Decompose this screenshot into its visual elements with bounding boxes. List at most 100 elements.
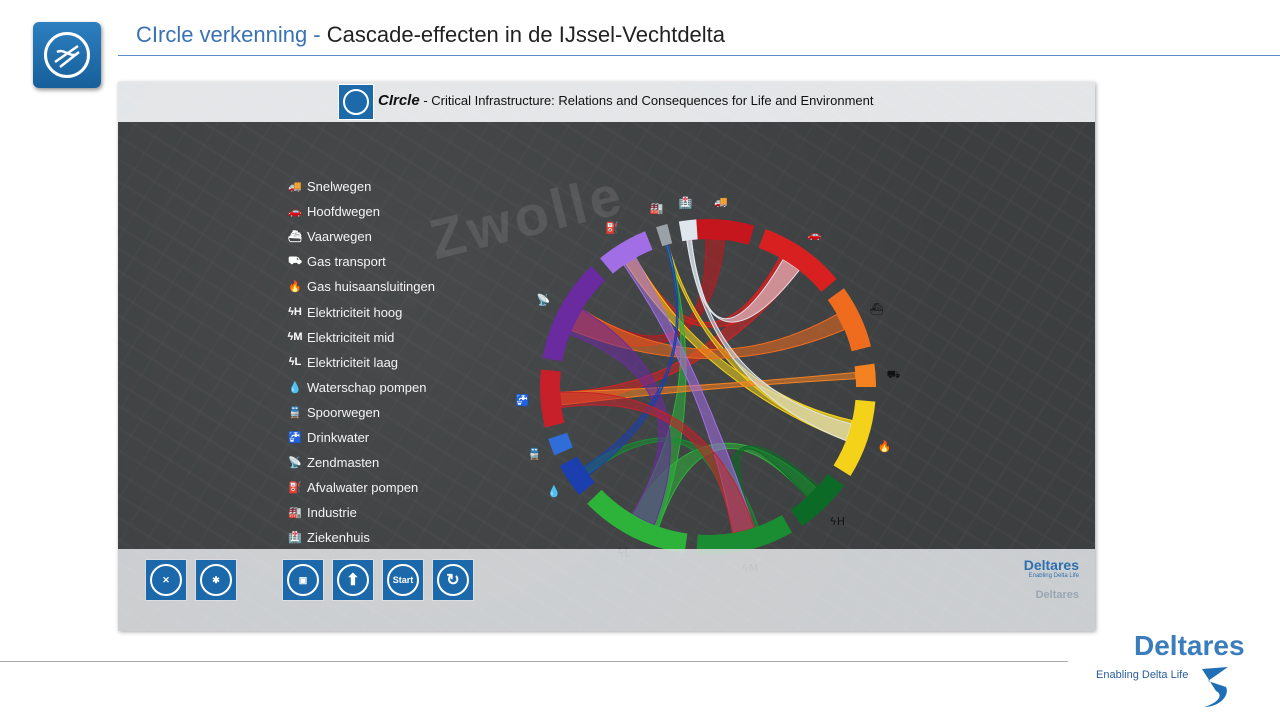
app-brand: CIrcle — [378, 92, 420, 109]
power-high-icon: ϟH — [288, 306, 302, 319]
legend-label: Zendmasten — [307, 455, 380, 471]
truck-icon: 🚚 — [714, 195, 728, 208]
chord-arc-segment[interactable] — [854, 363, 876, 387]
chord-arc-segment[interactable] — [548, 432, 573, 456]
legend-label: Vaarwegen — [307, 229, 372, 245]
factory-icon: 🏭 — [288, 507, 302, 520]
slide-title: CIrcle verkenning - Cascade-effecten in … — [136, 22, 725, 48]
save-icon: ▣ — [287, 564, 319, 596]
legend-item: 🏥 Ziekenhuis — [286, 525, 435, 550]
map-off-icon: ✕ — [150, 564, 182, 596]
app-header: CIrcle - Critical Infrastructure: Relati… — [118, 82, 1095, 122]
legend-item: 💧 Waterschap pompen — [286, 375, 435, 400]
legend-item: ⛟ Gas transport — [286, 249, 435, 274]
pump-icon: ⛽ — [288, 482, 302, 495]
asterisk-icon: ✱ — [200, 564, 232, 596]
upload-button[interactable]: ⬆ — [332, 559, 374, 601]
pump-icon: ⛽ — [605, 222, 619, 235]
car-icon: 🚗 — [288, 206, 302, 219]
deltares-toolbar-name: Deltares — [1023, 557, 1079, 573]
faucet-icon: 🚰 — [288, 431, 302, 444]
deltares-ghost-label: Deltares — [1035, 589, 1079, 601]
legend-label: Elektriciteit laag — [307, 354, 399, 370]
gas-truck-icon: ⛟ — [887, 368, 901, 381]
hospital-icon: 🏥 — [288, 532, 302, 545]
footer-divider — [0, 661, 1068, 662]
legend-item: 🔥 Gas huisaansluitingen — [286, 274, 435, 299]
chord-diagram[interactable]: 🚚🚗⛴⛟🔥ϟHϟMϟL💧🚆🚰📡⛽🏭🏥 — [498, 182, 918, 582]
chord-arc-segment[interactable] — [559, 456, 595, 495]
hospital-icon: 🏥 — [678, 196, 692, 209]
train-icon: 🚆 — [528, 448, 542, 461]
train-icon: 🚆 — [288, 406, 302, 419]
legend-item: 🏭 Industrie — [286, 500, 435, 525]
legend-item: 🚚 Snelwegen — [286, 174, 435, 199]
legend-item: 🚗 Hoofdwegen — [286, 199, 435, 224]
circle-view-button[interactable]: ✱ — [195, 559, 237, 601]
flame-icon: 🔥 — [288, 281, 302, 294]
slide: CIrcle verkenning - Cascade-effecten in … — [0, 0, 1280, 720]
map-toggle-button[interactable]: ✕ — [145, 559, 187, 601]
legend-item: ⛽ Afvalwater pompen — [286, 475, 435, 500]
ship-icon: ⛴ — [870, 302, 884, 315]
legend: 🚚 Snelwegen 🚗 Hoofdwegen ⛴ Vaarwegen ⛟ Gas tran… — [286, 174, 435, 550]
app-screenshot-frame: Zwolle 🚚 Snelwegen 🚗 Hoofdwegen ⛴ Vaarwegen ⛟ G… — [118, 82, 1095, 631]
legend-item: 📡 Zendmasten — [286, 450, 435, 475]
bottom-toolbar: ✕ ✱ ▣ ⬆ Start ↻ Deltares Enabling Delta … — [118, 549, 1095, 631]
power-mid-icon: ϟM — [287, 331, 303, 344]
flame-icon: 🔥 — [878, 440, 892, 453]
power-high-icon: ϟH — [829, 515, 845, 528]
start-button-label: Start — [387, 564, 419, 596]
deltares-toolbar-tagline: Enabling Delta Life — [1028, 573, 1079, 579]
car-icon: 🚗 — [808, 229, 822, 242]
antenna-icon: 📡 — [288, 457, 302, 470]
water-drop-icon: 💧 — [288, 381, 302, 394]
legend-label: Snelwegen — [307, 179, 372, 195]
legend-item: 🚆 Spoorwegen — [286, 400, 435, 425]
legend-item: 🚰 Drinkwater — [286, 425, 435, 450]
legend-item: ϟH Elektriciteit hoog — [286, 299, 435, 324]
save-button[interactable]: ▣ — [282, 559, 324, 601]
legend-item: ϟL Elektriciteit laag — [286, 350, 435, 375]
legend-label: Hoofdwegen — [307, 204, 380, 220]
legend-label: Spoorwegen — [307, 404, 380, 420]
truck-icon: 🚚 — [288, 181, 302, 194]
deltares-name: Deltares — [1134, 630, 1245, 661]
deltares-toolbar-logo: Deltares Enabling Delta Life Deltares — [1024, 557, 1079, 601]
legend-item: ⛴ Vaarwegen — [286, 224, 435, 249]
legend-label: Waterschap pompen — [307, 379, 427, 395]
legend-label: Gas transport — [307, 254, 386, 270]
ship-icon: ⛴ — [288, 231, 302, 244]
antenna-icon: 📡 — [537, 293, 551, 307]
reset-button[interactable]: ↻ — [432, 559, 474, 601]
circle-app-logo[interactable] — [33, 22, 101, 88]
slide-title-prefix: CIrcle verkenning - — [136, 22, 327, 47]
deltares-tagline: Enabling Delta Life — [1096, 669, 1189, 681]
water-drop-icon: 💧 — [547, 485, 561, 498]
gas-truck-icon: ⛟ — [288, 254, 302, 267]
globe-icon — [343, 89, 369, 115]
legend-label: Elektriciteit mid — [307, 329, 395, 345]
slide-title-main: Cascade-effecten in de IJssel-Vechtdelta — [326, 22, 726, 47]
circle-header-icon[interactable] — [338, 84, 374, 120]
chord-arc-segment[interactable] — [656, 223, 673, 247]
legend-label: Gas huisaansluitingen — [307, 279, 435, 295]
legend-label: Industrie — [307, 505, 357, 521]
chart-panel: Zwolle 🚚 Snelwegen 🚗 Hoofdwegen ⛴ Vaarwegen ⛟ G… — [118, 122, 1095, 575]
factory-icon: 🏭 — [650, 202, 664, 215]
chord-arc-segment[interactable] — [678, 219, 698, 242]
refresh-icon: ↻ — [437, 564, 469, 596]
start-button[interactable]: Start — [382, 559, 424, 601]
faucet-icon: 🚰 — [516, 394, 530, 407]
legend-label: Ziekenhuis — [307, 530, 370, 546]
legend-item: ϟM Elektriciteit mid — [286, 325, 435, 350]
legend-label: Drinkwater — [307, 429, 370, 445]
arrow-up-icon: ⬆ — [337, 564, 369, 596]
chord-arc-segment[interactable] — [587, 489, 688, 554]
app-subtitle: - Critical Infrastructure: Relations and… — [419, 93, 874, 108]
app-header-title: CIrcle - Critical Infrastructure: Relati… — [378, 92, 873, 109]
legend-label: Afvalwater pompen — [307, 480, 419, 496]
globe-icon — [44, 32, 90, 78]
chord-arc-segment[interactable] — [542, 266, 606, 362]
deltares-wave-icon — [1202, 667, 1228, 707]
